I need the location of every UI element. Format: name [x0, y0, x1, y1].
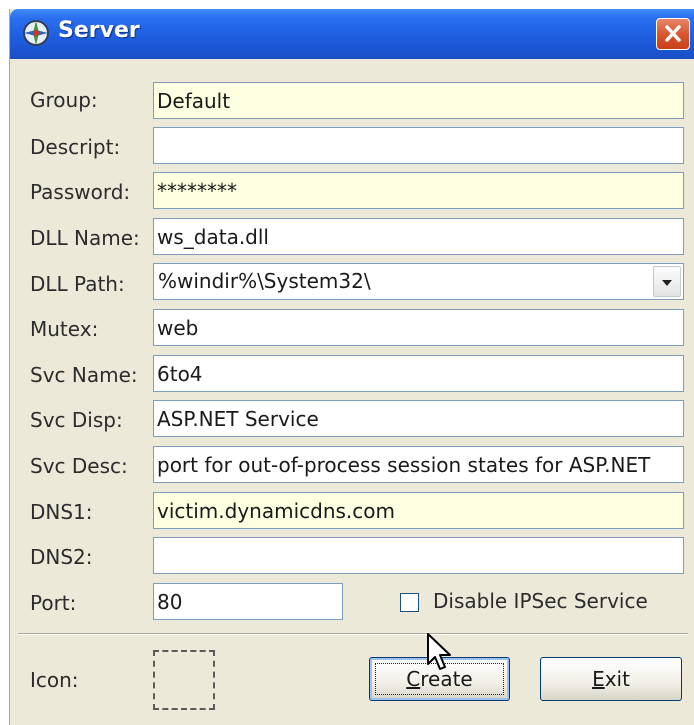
mutex-label: Mutex:	[30, 317, 99, 341]
close-button[interactable]	[656, 18, 690, 50]
port-field[interactable]	[153, 583, 343, 620]
mouse-cursor-icon	[427, 633, 451, 670]
server-dialog: Server Group: Descript: Password: DLL Na…	[9, 9, 694, 725]
disable-ipsec-label[interactable]: Disable IPSec Service	[433, 589, 648, 613]
dns1-label: DNS1:	[30, 500, 93, 524]
dll-name-field[interactable]	[153, 218, 684, 255]
svc-desc-field[interactable]	[153, 446, 684, 483]
close-icon	[665, 25, 681, 42]
descript-label: Descript:	[30, 135, 121, 159]
dns1-field[interactable]	[153, 492, 684, 529]
icon-placeholder[interactable]	[153, 650, 215, 710]
disable-ipsec-checkbox[interactable]	[400, 593, 419, 612]
dll-path-value: %windir%\System32\	[158, 269, 371, 293]
dll-path-label: DLL Path:	[30, 272, 125, 296]
svc-disp-field[interactable]	[153, 400, 684, 437]
password-label: Password:	[30, 180, 131, 204]
chevron-down-icon	[662, 280, 672, 286]
svc-name-label: Svc Name:	[30, 363, 138, 387]
port-label: Port:	[30, 591, 77, 615]
svc-disp-label: Svc Disp:	[30, 408, 123, 432]
window-title: Server	[58, 18, 140, 43]
app-globe-icon	[23, 20, 49, 46]
exit-button-label: Exit	[592, 667, 630, 691]
dll-path-combobox[interactable]: %windir%\System32\	[153, 263, 684, 300]
icon-label: Icon:	[30, 668, 79, 692]
descript-field[interactable]	[153, 127, 684, 164]
title-bar[interactable]: Server	[10, 9, 694, 59]
svc-desc-label: Svc Desc:	[30, 454, 128, 478]
separator	[18, 633, 688, 635]
dns2-label: DNS2:	[30, 545, 93, 569]
password-field[interactable]	[153, 172, 684, 209]
mutex-field[interactable]	[153, 309, 684, 346]
dns2-field[interactable]	[153, 537, 684, 574]
exit-button[interactable]: Exit	[540, 657, 682, 701]
group-field[interactable]	[153, 82, 684, 119]
dll-path-dropdown-button[interactable]	[653, 266, 681, 297]
svc-name-field[interactable]	[153, 355, 684, 392]
group-label: Group:	[30, 88, 98, 112]
dll-name-label: DLL Name:	[30, 226, 140, 250]
